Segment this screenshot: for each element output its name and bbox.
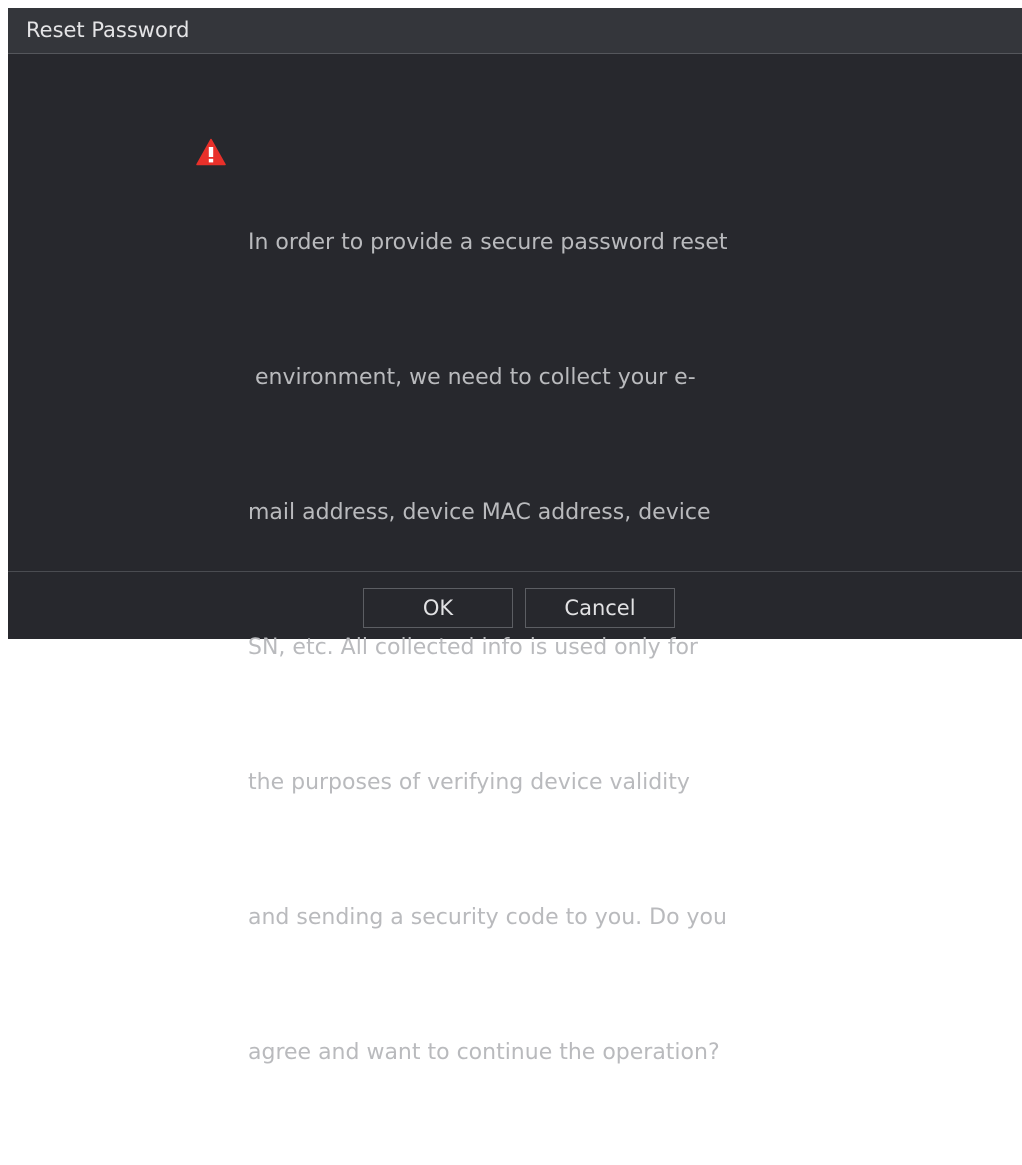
cancel-button[interactable]: Cancel — [525, 588, 675, 628]
message-line: In order to provide a secure password re… — [248, 230, 728, 255]
message-line: environment, we need to collect your e- — [248, 365, 696, 390]
warning-icon — [196, 138, 226, 166]
dialog-message: In order to provide a secure password re… — [248, 130, 808, 1165]
footer-divider — [8, 571, 1022, 572]
reset-password-dialog: Reset Password In order to provide a sec… — [8, 8, 1022, 1065]
message-line: and sending a security code to you. Do y… — [248, 905, 727, 930]
ok-button[interactable]: OK — [363, 588, 513, 628]
message-line: mail address, device MAC address, device — [248, 500, 711, 525]
message-line: the purposes of verifying device validit… — [248, 770, 690, 795]
message-line: SN, etc. All collected info is used only… — [248, 635, 698, 660]
message-line: agree and want to continue the operation… — [248, 1040, 720, 1065]
dialog-title: Reset Password — [26, 18, 190, 42]
dialog-titlebar: Reset Password — [8, 8, 1022, 54]
